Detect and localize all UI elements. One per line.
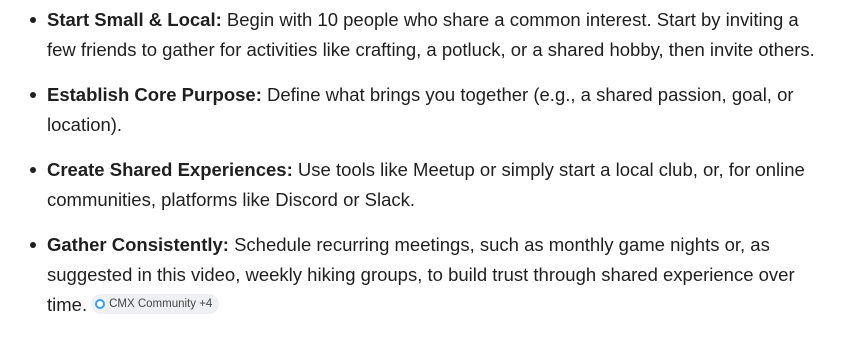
list-item: Start Small & Local: Begin with 10 peopl… xyxy=(30,5,826,65)
tips-bullet-list: Start Small & Local: Begin with 10 peopl… xyxy=(30,5,826,320)
bullet-term: Start Small & Local: xyxy=(47,9,222,30)
list-item: Create Shared Experiences: Use tools lik… xyxy=(30,155,826,215)
bullet-term: Gather Consistently: xyxy=(47,234,229,255)
bullet-term: Establish Core Purpose: xyxy=(47,84,262,105)
bullet-term: Create Shared Experiences: xyxy=(47,159,293,180)
source-circle-icon xyxy=(95,299,106,309)
source-chip-label: CMX Community +4 xyxy=(109,298,213,310)
list-item: Establish Core Purpose: Define what brin… xyxy=(30,80,826,140)
answer-content: Start Small & Local: Begin with 10 peopl… xyxy=(0,0,842,360)
list-item: Gather Consistently: Schedule recurring … xyxy=(30,230,826,320)
source-chip-cmx-community[interactable]: CMX Community +4 xyxy=(91,294,220,314)
